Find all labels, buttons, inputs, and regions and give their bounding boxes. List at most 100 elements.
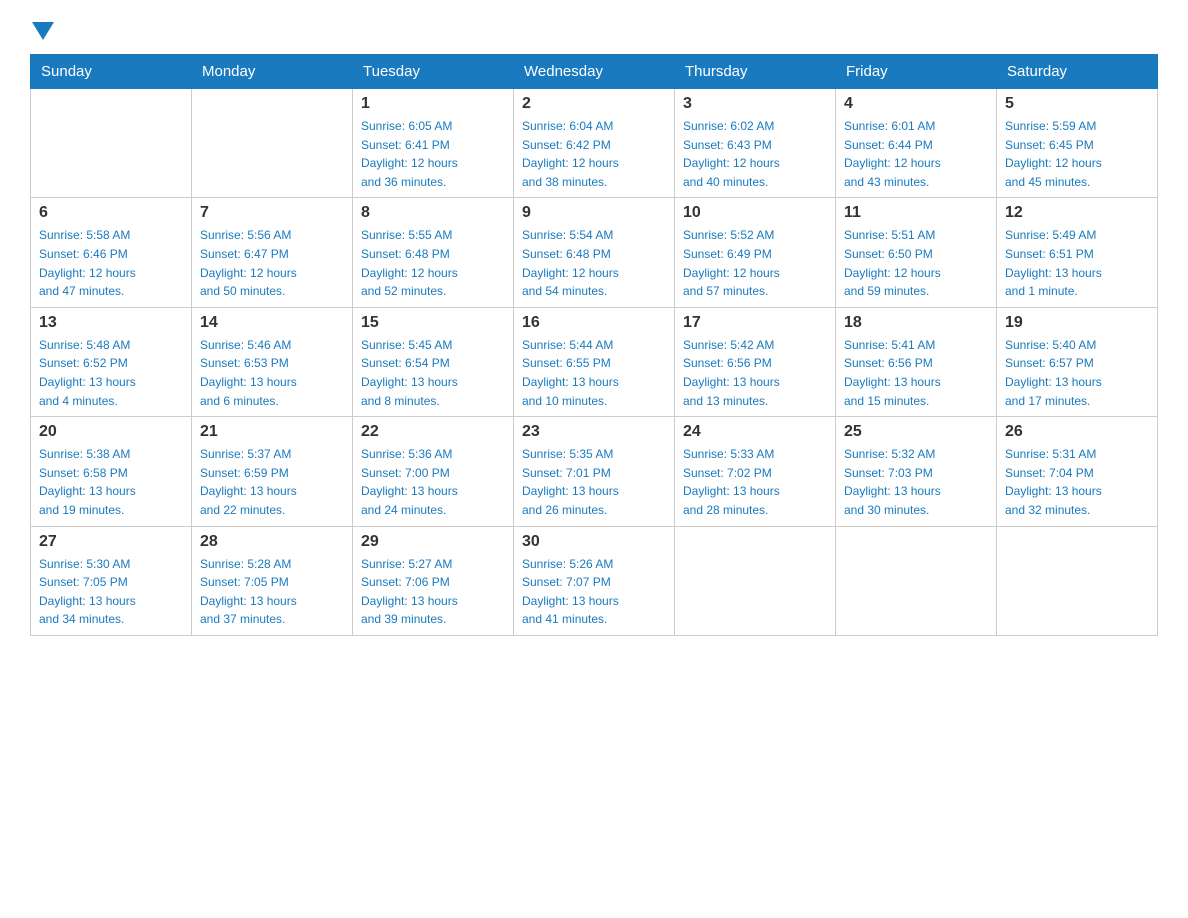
day-info: Sunrise: 5:48 AM Sunset: 6:52 PM Dayligh… xyxy=(39,336,183,410)
day-of-week-thursday: Thursday xyxy=(675,55,836,89)
day-number: 3 xyxy=(683,95,827,113)
day-info: Sunrise: 5:44 AM Sunset: 6:55 PM Dayligh… xyxy=(522,336,666,410)
calendar-cell: 7 Sunrise: 5:56 AM Sunset: 6:47 PM Daylig… xyxy=(192,198,353,307)
calendar-cell xyxy=(997,526,1158,635)
calendar-cell xyxy=(31,89,192,198)
calendar-cell: 10Sunrise: 5:52 AM Sunset: 6:49 PM Dayli… xyxy=(675,198,836,307)
day-info: Sunrise: 6:04 AM Sunset: 6:42 PM Dayligh… xyxy=(522,117,666,191)
calendar-cell: 20 Sunrise: 5:38 AM Sunset: 6:58 PM Dayli… xyxy=(31,417,192,526)
days-of-week-row: SundayMondayTuesdayWednesdayThursdayFrid… xyxy=(31,55,1158,89)
logo-triangle-icon xyxy=(32,22,54,44)
day-info: Sunrise: 5:56 AM Sunset: 6:47 PM Dayligh… xyxy=(200,226,344,300)
calendar-cell: 3 Sunrise: 6:02 AM Sunset: 6:43 PM Daylig… xyxy=(675,89,836,198)
day-number: 21 xyxy=(200,423,344,441)
calendar-week-5: 27 Sunrise: 5:30 AM Sunset: 7:05 PM Dayli… xyxy=(31,526,1158,635)
day-number: 27 xyxy=(39,533,183,551)
calendar-cell: 4 Sunrise: 6:01 AM Sunset: 6:44 PM Daylig… xyxy=(836,89,997,198)
day-number: 7 xyxy=(200,204,344,222)
day-of-week-sunday: Sunday xyxy=(31,55,192,89)
day-number: 18 xyxy=(844,314,988,332)
calendar-cell: 6 Sunrise: 5:58 AM Sunset: 6:46 PM Daylig… xyxy=(31,198,192,307)
calendar-header: SundayMondayTuesdayWednesdayThursdayFrid… xyxy=(31,55,1158,89)
day-info: Sunrise: 5:49 AM Sunset: 6:51 PM Dayligh… xyxy=(1005,226,1149,300)
day-info: Sunrise: 5:26 AM Sunset: 7:07 PM Dayligh… xyxy=(522,555,666,629)
day-of-week-friday: Friday xyxy=(836,55,997,89)
day-number: 14 xyxy=(200,314,344,332)
day-info: Sunrise: 6:01 AM Sunset: 6:44 PM Dayligh… xyxy=(844,117,988,191)
calendar-cell: 27 Sunrise: 5:30 AM Sunset: 7:05 PM Dayli… xyxy=(31,526,192,635)
calendar-cell: 22 Sunrise: 5:36 AM Sunset: 7:00 PM Dayli… xyxy=(353,417,514,526)
calendar-cell xyxy=(675,526,836,635)
calendar-cell: 8 Sunrise: 5:55 AM Sunset: 6:48 PM Daylig… xyxy=(353,198,514,307)
day-info: Sunrise: 5:45 AM Sunset: 6:54 PM Dayligh… xyxy=(361,336,505,410)
day-number: 6 xyxy=(39,204,183,222)
calendar-cell: 13 Sunrise: 5:48 AM Sunset: 6:52 PM Dayli… xyxy=(31,307,192,416)
day-number: 10 xyxy=(683,204,827,222)
day-info: Sunrise: 6:02 AM Sunset: 6:43 PM Dayligh… xyxy=(683,117,827,191)
day-number: 13 xyxy=(39,314,183,332)
calendar-cell xyxy=(836,526,997,635)
day-number: 15 xyxy=(361,314,505,332)
calendar-cell: 18 Sunrise: 5:41 AM Sunset: 6:56 PM Dayli… xyxy=(836,307,997,416)
day-number: 4 xyxy=(844,95,988,113)
day-info: Sunrise: 5:54 AM Sunset: 6:48 PM Dayligh… xyxy=(522,226,666,300)
day-info: Sunrise: 5:27 AM Sunset: 7:06 PM Dayligh… xyxy=(361,555,505,629)
day-info: Sunrise: 5:58 AM Sunset: 6:46 PM Dayligh… xyxy=(39,226,183,300)
day-number: 12 xyxy=(1005,204,1149,222)
calendar-week-2: 6 Sunrise: 5:58 AM Sunset: 6:46 PM Daylig… xyxy=(31,198,1158,307)
day-number: 22 xyxy=(361,423,505,441)
day-number: 1 xyxy=(361,95,505,113)
calendar-cell: 19 Sunrise: 5:40 AM Sunset: 6:57 PM Dayli… xyxy=(997,307,1158,416)
calendar-cell: 17Sunrise: 5:42 AM Sunset: 6:56 PM Dayli… xyxy=(675,307,836,416)
day-number: 9 xyxy=(522,204,666,222)
day-number: 11 xyxy=(844,204,988,222)
day-number: 19 xyxy=(1005,314,1149,332)
day-of-week-monday: Monday xyxy=(192,55,353,89)
day-info: Sunrise: 6:05 AM Sunset: 6:41 PM Dayligh… xyxy=(361,117,505,191)
day-number: 29 xyxy=(361,533,505,551)
calendar-table: SundayMondayTuesdayWednesdayThursdayFrid… xyxy=(30,54,1158,636)
day-number: 23 xyxy=(522,423,666,441)
day-number: 20 xyxy=(39,423,183,441)
calendar-cell: 12 Sunrise: 5:49 AM Sunset: 6:51 PM Dayli… xyxy=(997,198,1158,307)
day-info: Sunrise: 5:38 AM Sunset: 6:58 PM Dayligh… xyxy=(39,445,183,519)
calendar-cell xyxy=(192,89,353,198)
logo xyxy=(30,20,54,44)
day-number: 5 xyxy=(1005,95,1149,113)
day-info: Sunrise: 5:30 AM Sunset: 7:05 PM Dayligh… xyxy=(39,555,183,629)
day-info: Sunrise: 5:55 AM Sunset: 6:48 PM Dayligh… xyxy=(361,226,505,300)
calendar-cell: 11 Sunrise: 5:51 AM Sunset: 6:50 PM Dayli… xyxy=(836,198,997,307)
calendar-cell: 23 Sunrise: 5:35 AM Sunset: 7:01 PM Dayli… xyxy=(514,417,675,526)
calendar-cell: 30 Sunrise: 5:26 AM Sunset: 7:07 PM Dayli… xyxy=(514,526,675,635)
calendar-cell: 25Sunrise: 5:32 AM Sunset: 7:03 PM Dayli… xyxy=(836,417,997,526)
day-number: 26 xyxy=(1005,423,1149,441)
day-info: Sunrise: 5:33 AM Sunset: 7:02 PM Dayligh… xyxy=(683,445,827,519)
calendar-body: 1 Sunrise: 6:05 AM Sunset: 6:41 PM Daylig… xyxy=(31,89,1158,636)
calendar-week-4: 20 Sunrise: 5:38 AM Sunset: 6:58 PM Dayli… xyxy=(31,417,1158,526)
calendar-cell: 16Sunrise: 5:44 AM Sunset: 6:55 PM Dayli… xyxy=(514,307,675,416)
calendar-week-3: 13 Sunrise: 5:48 AM Sunset: 6:52 PM Dayli… xyxy=(31,307,1158,416)
calendar-cell: 9 Sunrise: 5:54 AM Sunset: 6:48 PM Daylig… xyxy=(514,198,675,307)
day-info: Sunrise: 5:41 AM Sunset: 6:56 PM Dayligh… xyxy=(844,336,988,410)
day-of-week-wednesday: Wednesday xyxy=(514,55,675,89)
day-info: Sunrise: 5:36 AM Sunset: 7:00 PM Dayligh… xyxy=(361,445,505,519)
day-info: Sunrise: 5:35 AM Sunset: 7:01 PM Dayligh… xyxy=(522,445,666,519)
calendar-cell: 28Sunrise: 5:28 AM Sunset: 7:05 PM Dayli… xyxy=(192,526,353,635)
day-number: 17 xyxy=(683,314,827,332)
day-info: Sunrise: 5:28 AM Sunset: 7:05 PM Dayligh… xyxy=(200,555,344,629)
calendar-cell: 29 Sunrise: 5:27 AM Sunset: 7:06 PM Dayli… xyxy=(353,526,514,635)
calendar-cell: 21 Sunrise: 5:37 AM Sunset: 6:59 PM Dayli… xyxy=(192,417,353,526)
day-number: 24 xyxy=(683,423,827,441)
day-number: 8 xyxy=(361,204,505,222)
day-number: 30 xyxy=(522,533,666,551)
calendar-cell: 26 Sunrise: 5:31 AM Sunset: 7:04 PM Dayli… xyxy=(997,417,1158,526)
day-info: Sunrise: 5:31 AM Sunset: 7:04 PM Dayligh… xyxy=(1005,445,1149,519)
day-info: Sunrise: 5:51 AM Sunset: 6:50 PM Dayligh… xyxy=(844,226,988,300)
day-info: Sunrise: 5:32 AM Sunset: 7:03 PM Dayligh… xyxy=(844,445,988,519)
day-info: Sunrise: 5:37 AM Sunset: 6:59 PM Dayligh… xyxy=(200,445,344,519)
day-of-week-tuesday: Tuesday xyxy=(353,55,514,89)
calendar-cell: 2Sunrise: 6:04 AM Sunset: 6:42 PM Daylig… xyxy=(514,89,675,198)
day-info: Sunrise: 5:40 AM Sunset: 6:57 PM Dayligh… xyxy=(1005,336,1149,410)
calendar-week-1: 1 Sunrise: 6:05 AM Sunset: 6:41 PM Daylig… xyxy=(31,89,1158,198)
day-of-week-saturday: Saturday xyxy=(997,55,1158,89)
